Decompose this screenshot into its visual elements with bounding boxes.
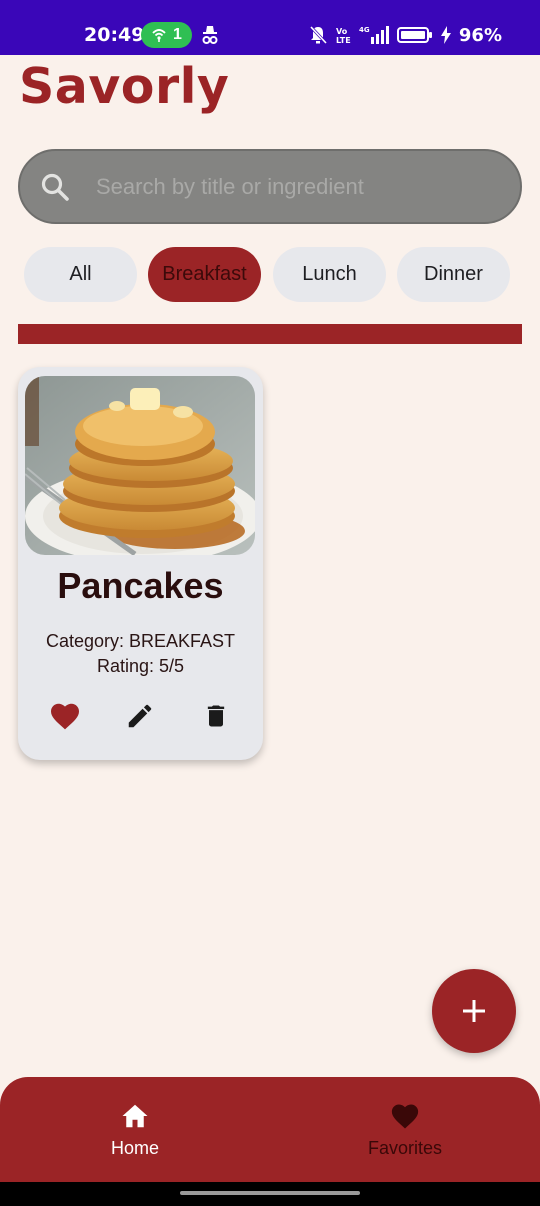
battery-percent: 96% — [458, 24, 502, 46]
battery-icon — [396, 27, 432, 43]
nav-item-home[interactable]: Home — [0, 1077, 270, 1182]
filter-chip-all[interactable]: All — [24, 247, 137, 302]
nav-label-home: Home — [110, 1138, 159, 1158]
nav-label-favorites: Favorites — [367, 1138, 443, 1158]
svg-text:LTE: LTE — [336, 36, 351, 45]
filter-chip-label: Dinner — [424, 263, 483, 285]
recipe-category: Category: BREAKFAST — [45, 631, 236, 651]
gesture-bar — [0, 1182, 540, 1206]
filter-chip-label: Breakfast — [162, 263, 247, 285]
recipe-rating: Rating: 5/5 — [96, 656, 185, 676]
nav-item-favorites[interactable]: Favorites — [270, 1077, 540, 1182]
favorite-button[interactable] — [48, 699, 82, 733]
status-right-icons: Vo LTE 4G 96% — [309, 22, 502, 48]
plus-icon — [463, 1000, 485, 1022]
home-gesture-handle[interactable] — [180, 1191, 360, 1195]
mute-notification-icon — [309, 25, 327, 45]
hotspot-icon — [152, 29, 166, 42]
search-input[interactable] — [96, 165, 496, 209]
volte-icon: Vo LTE — [336, 27, 351, 45]
edit-button[interactable] — [123, 699, 157, 733]
heart-icon — [391, 1104, 419, 1129]
incognito-icon — [202, 26, 218, 44]
recipe-image — [25, 376, 255, 555]
filter-chip-label: All — [69, 263, 92, 285]
section-divider — [18, 324, 522, 344]
signal-4g-icon: 4G — [359, 26, 389, 44]
hotspot-count: 1 — [173, 26, 182, 43]
heart-icon — [51, 703, 79, 730]
trash-icon — [207, 705, 225, 727]
filter-chip-breakfast[interactable]: Breakfast — [148, 247, 261, 302]
bottom-navigation: Home Favorites — [0, 1077, 540, 1182]
charging-icon — [440, 26, 451, 44]
home-icon — [122, 1104, 148, 1128]
svg-text:4G: 4G — [359, 26, 370, 34]
add-recipe-button[interactable] — [432, 969, 516, 1053]
search-bar[interactable] — [18, 149, 522, 224]
svg-text:Vo: Vo — [336, 27, 348, 36]
status-bar: 20:49 1 Vo LTE 4G 96% — [0, 0, 540, 55]
status-time: 20:49 — [84, 24, 145, 46]
hotspot-indicator: 1 — [141, 22, 192, 48]
filter-chip-lunch[interactable]: Lunch — [273, 247, 386, 302]
search-icon — [41, 173, 69, 201]
pencil-icon — [128, 704, 152, 728]
delete-button[interactable] — [199, 699, 233, 733]
filter-chip-dinner[interactable]: Dinner — [397, 247, 510, 302]
pancake-stack-photo — [25, 376, 255, 555]
app-title: Savorly — [19, 58, 230, 115]
recipe-card[interactable]: Pancakes Category: BREAKFAST Rating: 5/5 — [18, 367, 263, 760]
filter-chip-label: Lunch — [302, 263, 357, 285]
recipe-title: Pancakes — [57, 565, 224, 606]
